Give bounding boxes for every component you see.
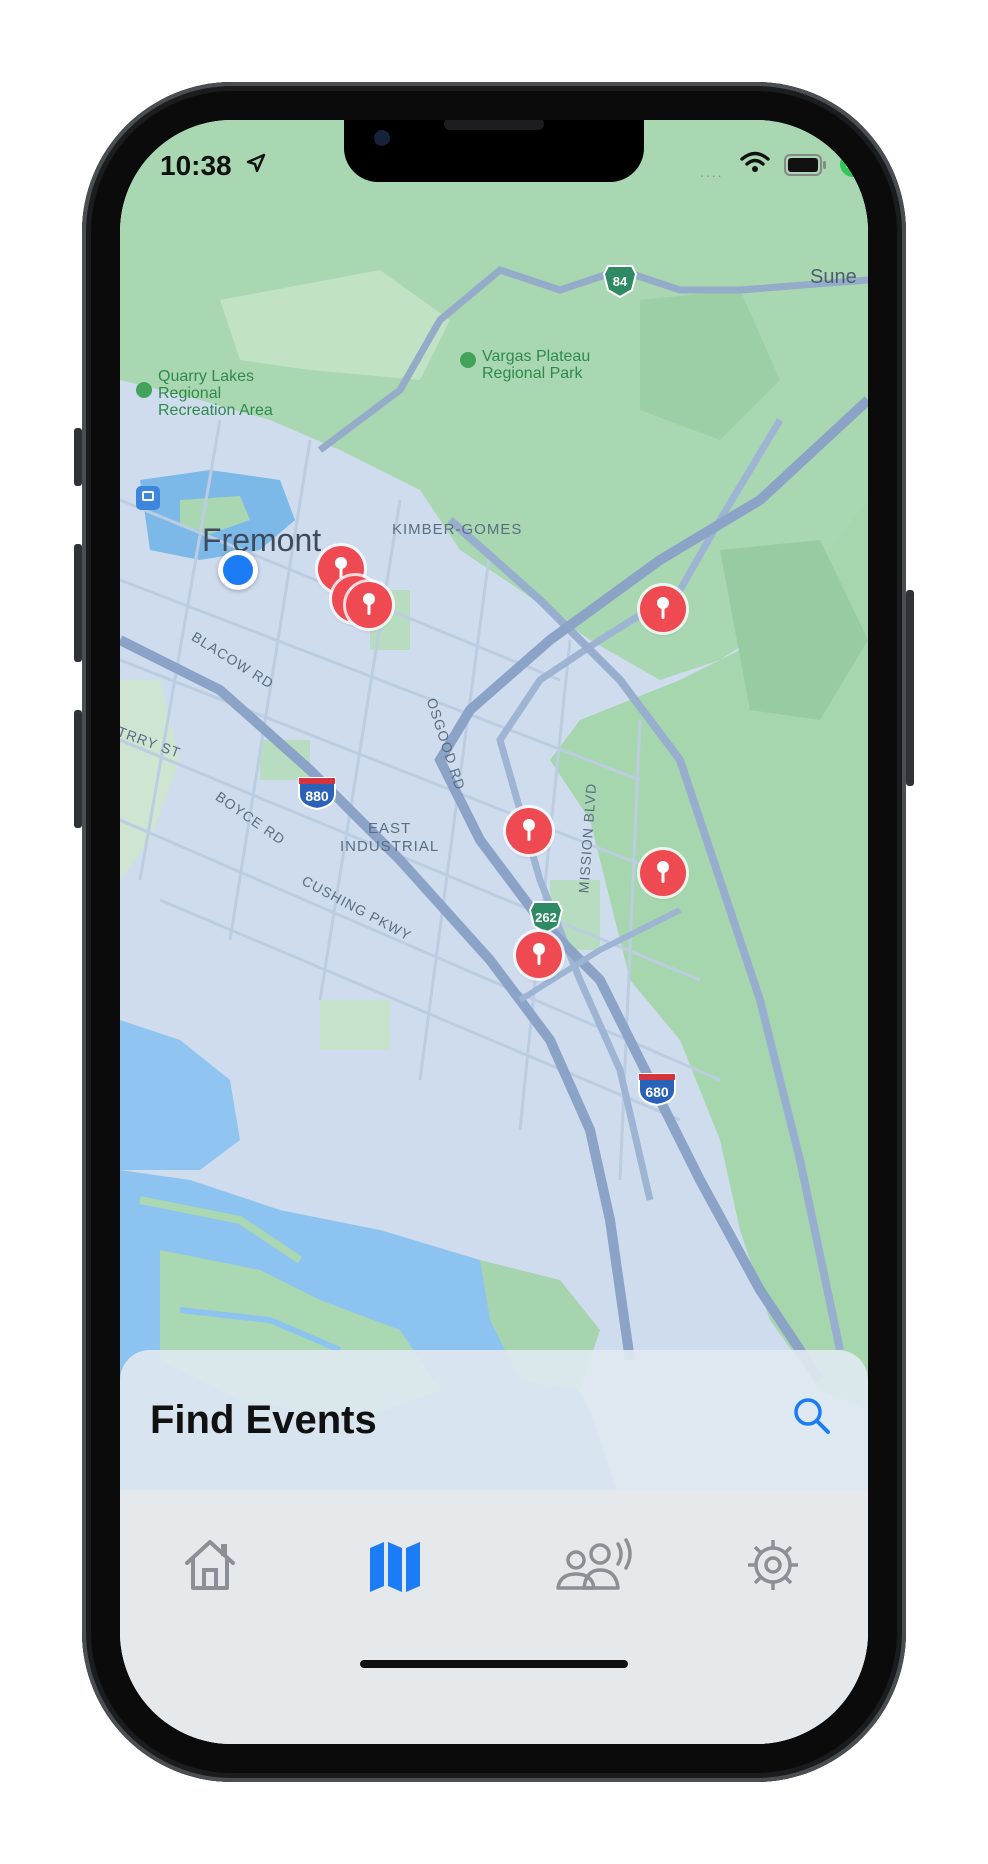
map-label-east-industrial: EAST INDUSTRIAL: [340, 820, 440, 855]
tab-map[interactable]: [360, 1530, 430, 1600]
event-pin[interactable]: [640, 850, 686, 896]
map-label-quarry-lakes: Quarry Lakes Regional Recreation Area: [136, 368, 273, 419]
tab-community[interactable]: [550, 1530, 640, 1600]
status-bar: 10:38 .... ☏: [120, 120, 868, 192]
transit-station-icon[interactable]: [136, 486, 160, 510]
sheet-title: Find Events: [150, 1398, 377, 1442]
event-pin[interactable]: [640, 586, 686, 632]
people-broadcast-icon: [556, 1538, 632, 1590]
tab-settings[interactable]: [738, 1530, 808, 1600]
home-indicator[interactable]: [360, 1660, 628, 1668]
pushpin-icon: [533, 943, 545, 965]
map-label-sunol: Sune: [810, 266, 857, 288]
map-label-kimber-gomes: KIMBER-GOMES: [392, 521, 523, 538]
highway-shield-84: 84: [602, 264, 638, 299]
tab-home[interactable]: [175, 1530, 245, 1600]
location-arrow-icon: [246, 153, 266, 173]
event-pin[interactable]: [516, 932, 562, 978]
map-label-city: Fremont: [202, 522, 322, 558]
wifi-icon: [740, 151, 770, 172]
pushpin-icon: [657, 861, 669, 883]
phone-call-indicator-icon: ☏: [840, 151, 866, 177]
pushpin-icon: [363, 593, 375, 615]
map-icon: [370, 1542, 420, 1592]
cellular-signal: ....: [700, 164, 724, 180]
search-icon[interactable]: [790, 1394, 834, 1438]
pushpin-icon: [657, 597, 669, 619]
park-icon: [460, 352, 476, 368]
event-pin[interactable]: [506, 808, 552, 854]
pushpin-icon: [523, 819, 535, 841]
battery-full-icon: [784, 154, 826, 176]
highway-shield-880: 880: [296, 774, 338, 811]
current-location-dot: [218, 550, 258, 590]
status-time: 10:38: [160, 150, 232, 181]
event-pin[interactable]: [346, 582, 392, 628]
silent-switch: [74, 428, 82, 486]
highway-shield-262: 262: [528, 900, 564, 935]
tab-bar: [120, 1490, 868, 1744]
house-icon: [185, 1540, 235, 1590]
gear-icon: [748, 1540, 798, 1590]
park-icon: [136, 382, 152, 398]
screen: Quarry Lakes Regional Recreation Area Va…: [120, 120, 868, 1744]
highway-shield-680: 680: [636, 1070, 678, 1107]
volume-down-button: [74, 710, 82, 828]
volume-up-button: [74, 544, 82, 662]
map-label-vargas-plateau: Vargas Plateau Regional Park: [460, 348, 590, 382]
power-button: [906, 590, 914, 786]
